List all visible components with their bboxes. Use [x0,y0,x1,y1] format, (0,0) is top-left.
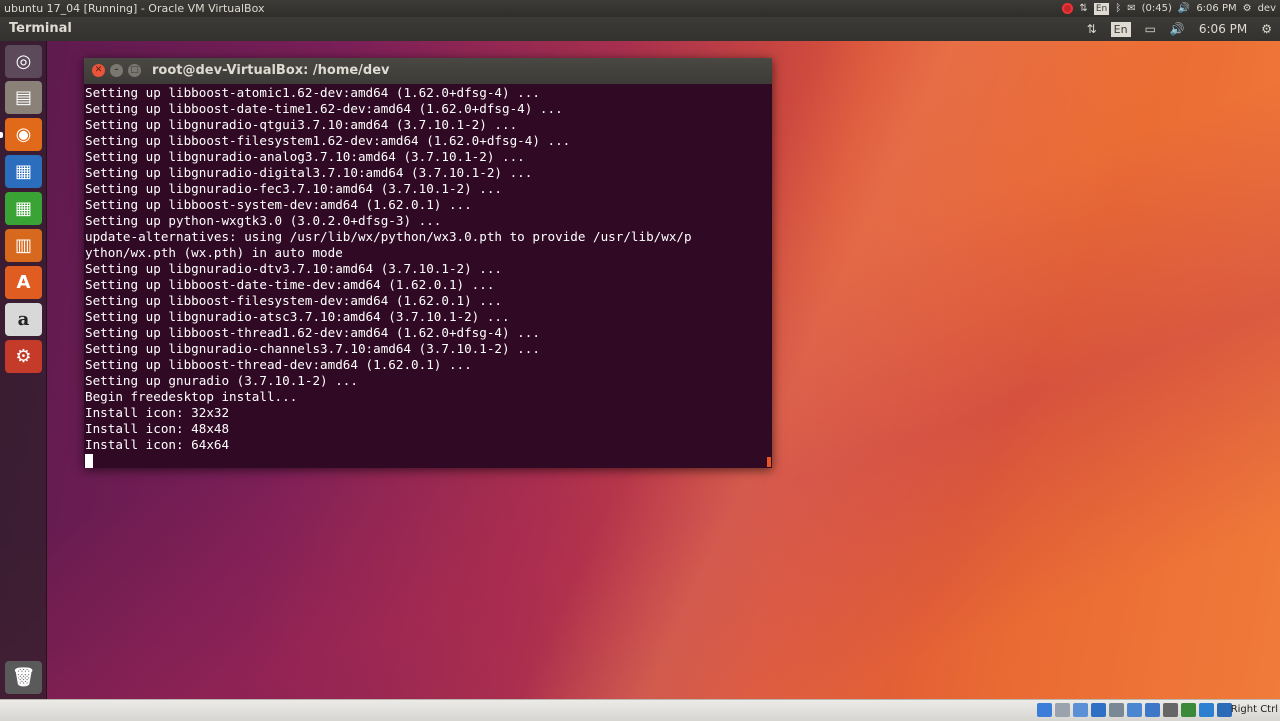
gear-icon[interactable]: ⚙ [1261,17,1272,41]
panel-clock[interactable]: 6:06 PM [1199,17,1247,41]
libreoffice-writer-icon[interactable]: ▦ [5,155,42,188]
terminal-line: Setting up libgnuradio-analog3.7.10:amd6… [85,149,525,164]
network-icon[interactable]: ⇅ [1087,17,1097,41]
terminal-line: ython/wx.pth (wx.pth) in auto mode [85,245,343,260]
host-keyboard-layout[interactable]: En [1093,2,1110,15]
hard-disk-icon[interactable] [1037,703,1052,717]
guest-indicator-area: ⇅ En ▭ 🔊 6:06 PM ⚙ [1087,17,1272,41]
terminal-line: Setting up python-wxgtk3.0 (3.0.2.0+dfsg… [85,213,442,228]
optical-drive-icon[interactable] [1055,703,1070,717]
terminal-line: Install icon: 48x48 [85,421,230,436]
host-clock[interactable]: 6:06 PM [1196,0,1236,17]
terminal-line: Setting up libboost-thread-dev:amd64 (1.… [85,357,472,372]
terminal-line: Setting up libboost-atomic1.62-dev:amd64… [85,85,540,100]
terminal-window[interactable]: ✕ – □ root@dev-VirtualBox: /home/dev Set… [84,58,772,468]
terminal-line: Setting up libboost-date-time-dev:amd64 … [85,277,495,292]
host-system-tray: ⇅ En ᛒ ✉ (0:45) 🔊 6:06 PM ⚙ dev [1062,0,1280,17]
libreoffice-calc-icon[interactable]: ▦ [5,192,42,225]
audio-icon[interactable] [1073,703,1088,717]
ubuntu-dash-icon[interactable]: ◎ [5,45,42,78]
virtualbox-window-title: ubuntu 17_04 [Running] - Oracle VM Virtu… [4,2,265,15]
unity-launcher: ◎ ▤ ◉ ▦ ▦ ▥ A a ⚙ 🗑 [0,41,47,699]
virtualbox-status-bar: Right Ctrl [0,699,1280,721]
usb-icon[interactable] [1109,703,1124,717]
trash-icon[interactable]: 🗑 [5,661,42,694]
text-cursor [85,454,93,468]
resize-grip[interactable] [767,457,771,467]
terminal-line: Setting up gnuradio (3.7.10.1-2) ... [85,373,358,388]
libreoffice-impress-icon[interactable]: ▥ [5,229,42,262]
terminal-output[interactable]: Setting up libboost-atomic1.62-dev:amd64… [85,85,771,468]
display-icon[interactable] [1145,703,1160,717]
terminal-line: Setting up libgnuradio-fec3.7.10:amd64 (… [85,181,503,196]
video-capture-icon[interactable] [1163,703,1178,717]
host-user-name[interactable]: dev [1258,0,1276,17]
terminal-line: Setting up libboost-thread1.62-dev:amd64… [85,325,540,340]
terminal-title-bar[interactable]: ✕ – □ root@dev-VirtualBox: /home/dev [84,58,772,84]
mail-icon[interactable]: ✉ [1127,0,1135,17]
host-key-label: Right Ctrl [1230,704,1278,715]
shared-folders-icon[interactable] [1127,703,1142,717]
terminal-line: Setting up libboost-filesystem1.62-dev:a… [85,133,571,148]
amazon-icon[interactable]: a [5,303,42,336]
running-indicator [0,132,3,138]
terminal-prompt-line [85,453,771,468]
volume-icon[interactable]: 🔊 [1170,17,1185,41]
bluetooth-icon[interactable]: ᛒ [1115,0,1121,17]
terminal-window-title: root@dev-VirtualBox: /home/dev [152,63,390,78]
terminal-line: Setting up libgnuradio-qtgui3.7.10:amd64… [85,117,518,132]
firefox-icon[interactable]: ◉ [5,118,42,151]
terminal-line: Setting up libboost-filesystem-dev:amd64… [85,293,503,308]
terminal-line: Setting up libboost-system-dev:amd64 (1.… [85,197,472,212]
volume-icon[interactable]: 🔊 [1178,0,1190,17]
terminal-line: Install icon: 32x32 [85,405,230,420]
gear-icon[interactable]: ⚙ [1243,0,1252,17]
network-icon[interactable]: ⇅ [1079,0,1087,17]
status-icon-group [1037,703,1232,717]
keyboard-layout-indicator[interactable]: En [1110,21,1131,37]
terminal-line: Setting up libgnuradio-atsc3.7.10:amd64 … [85,309,510,324]
ubuntu-software-icon[interactable]: A [5,266,42,299]
mouse-integration-icon[interactable] [1199,703,1214,717]
terminal-line: Setting up libgnuradio-digital3.7.10:amd… [85,165,533,180]
minimize-icon[interactable]: – [110,64,123,77]
files-icon[interactable]: ▤ [5,81,42,114]
network-adapter-icon[interactable] [1091,703,1106,717]
terminal-line: Setting up libgnuradio-dtv3.7.10:amd64 (… [85,261,503,276]
virtualbox-title-bar: ubuntu 17_04 [Running] - Oracle VM Virtu… [0,0,1280,17]
system-settings-icon[interactable]: ⚙ [5,340,42,373]
terminal-line: Begin freedesktop install... [85,389,298,404]
terminal-line: Setting up libgnuradio-channels3.7.10:am… [85,341,540,356]
battery-icon[interactable]: ▭ [1145,17,1156,41]
terminal-line: Setting up libboost-date-time1.62-dev:am… [85,101,563,116]
close-icon[interactable]: ✕ [92,64,105,77]
active-app-name[interactable]: Terminal [9,17,72,41]
maximize-icon[interactable]: □ [128,64,141,77]
host-battery-indicator[interactable]: (0:45) [1142,0,1172,17]
ubuntu-top-panel: Terminal ⇅ En ▭ 🔊 6:06 PM ⚙ [0,17,1280,41]
terminal-line: update-alternatives: using /usr/lib/wx/p… [85,229,692,244]
cpu-indicator-icon[interactable] [1181,703,1196,717]
terminal-line: Install icon: 64x64 [85,437,230,452]
record-icon[interactable] [1062,3,1074,14]
